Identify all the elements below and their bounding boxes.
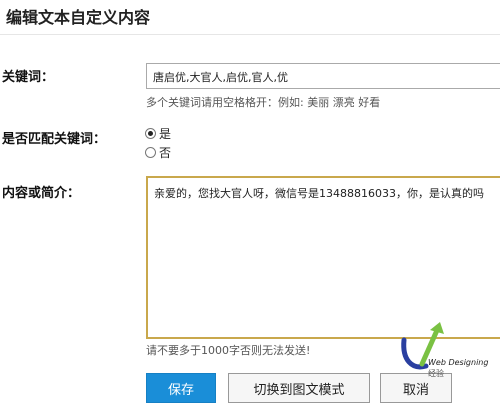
radio-yes[interactable] bbox=[145, 128, 156, 139]
watermark-logo: Web Designing 经验 bbox=[398, 318, 500, 388]
match-label: 是否匹配关键词： bbox=[2, 132, 107, 147]
keywords-label: 关键词： bbox=[2, 70, 55, 85]
match-option-no[interactable]: 否 bbox=[145, 144, 171, 161]
watermark-text: Web Designing bbox=[428, 358, 489, 367]
save-button[interactable]: 保存 bbox=[146, 373, 216, 403]
match-option-yes-label: 是 bbox=[159, 127, 172, 141]
content-textarea[interactable]: 亲爱的，您找大官人呀，微信号是13488816033，你，是认真的吗 bbox=[146, 176, 500, 339]
radio-no[interactable] bbox=[145, 147, 156, 158]
keywords-hint: 多个关键词请用空格格开：例如: 美丽 漂亮 好看 bbox=[146, 96, 381, 109]
match-option-no-label: 否 bbox=[159, 146, 172, 160]
content-label: 内容或简介： bbox=[2, 186, 81, 201]
switch-to-rich-mode-button[interactable]: 切换到图文模式 bbox=[228, 373, 370, 403]
content-hint: 请不要多于1000字否则无法发送! bbox=[146, 344, 311, 357]
dialog-header: 编辑文本自定义内容 bbox=[0, 0, 500, 35]
page-title: 编辑文本自定义内容 bbox=[6, 8, 151, 27]
keywords-input[interactable]: 唐启优,大官人,启优,官人,优 bbox=[146, 63, 500, 89]
watermark-arrow-icon bbox=[401, 322, 444, 370]
watermark-brand: 经验 bbox=[428, 369, 444, 378]
match-option-yes[interactable]: 是 bbox=[145, 125, 171, 142]
